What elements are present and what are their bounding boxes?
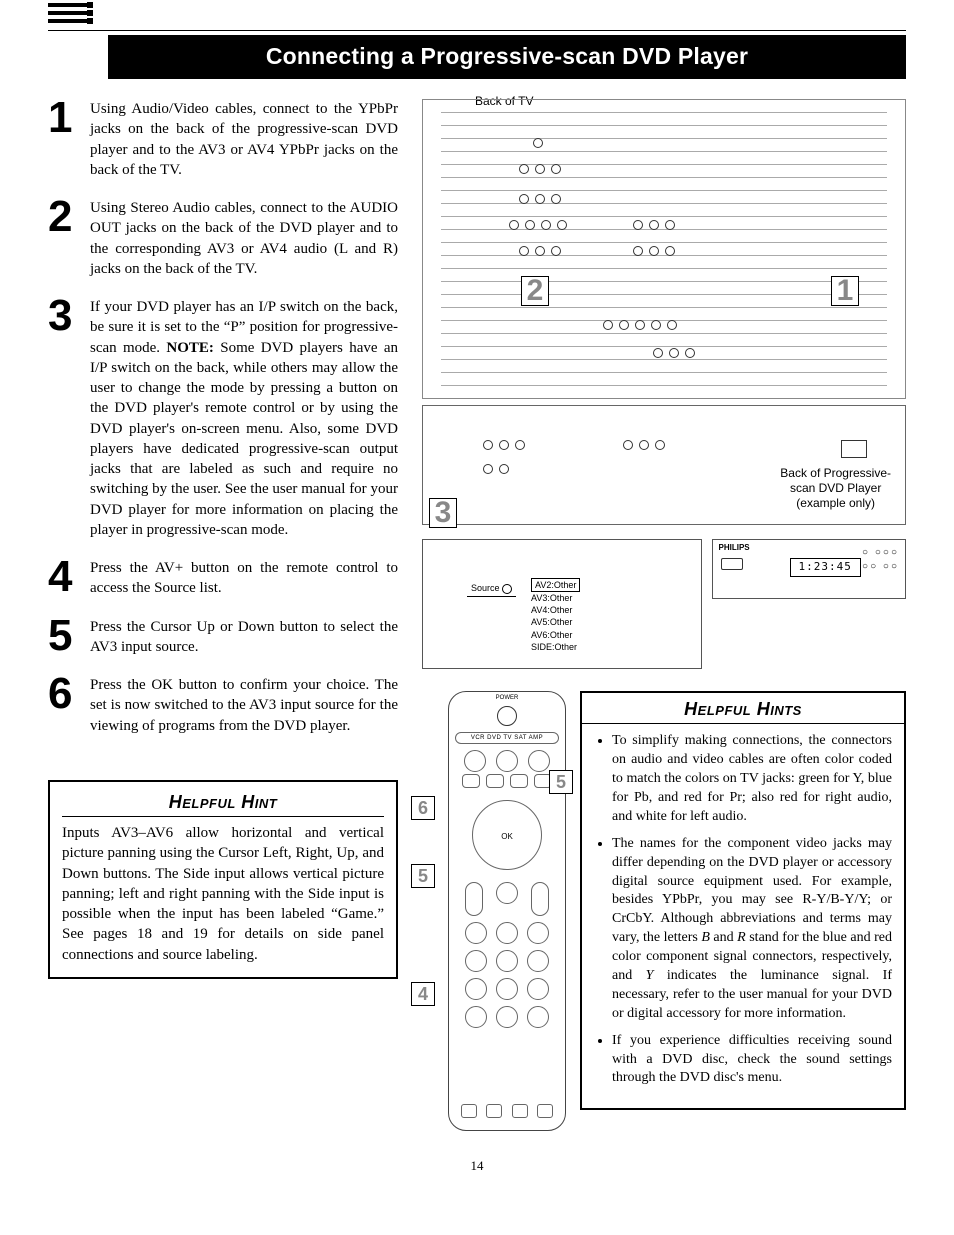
step-text: Press the OK button to confirm your choi… bbox=[90, 675, 398, 736]
top-rule bbox=[48, 30, 906, 31]
player-label-l2: scan DVD Player bbox=[790, 481, 881, 495]
remote-button-icon bbox=[510, 774, 528, 788]
remote-rocker-icon bbox=[531, 882, 549, 916]
mode-row: VCR DVD TV SAT AMP bbox=[455, 732, 559, 744]
remote-rocker-icon bbox=[465, 882, 483, 916]
remote-button-icon bbox=[464, 750, 486, 772]
digit-button-icon bbox=[496, 950, 518, 972]
note-text: Some DVD players have an I/P switch on t… bbox=[90, 340, 398, 538]
step-2: 2 Using Stereo Audio cables, connect to … bbox=[48, 198, 398, 279]
step-text: Press the AV+ button on the remote contr… bbox=[90, 558, 398, 599]
step-1: 1 Using Audio/Video cables, connect to t… bbox=[48, 99, 398, 180]
callout-5: 5 bbox=[411, 864, 435, 888]
osd-item: AV3:Other bbox=[531, 593, 572, 603]
step-number: 6 bbox=[48, 675, 90, 736]
callout-1: 1 bbox=[831, 276, 859, 306]
step-number: 5 bbox=[48, 617, 90, 658]
step-text: Using Audio/Video cables, connect to the… bbox=[90, 99, 398, 180]
remote-button-icon bbox=[528, 750, 550, 772]
osd-item: AV5:Other bbox=[531, 617, 572, 627]
remote-button-icon bbox=[496, 882, 518, 904]
dvd-front-diagram: PHILIPS 1:23:45 ○ ○○○○○ ○○ bbox=[712, 539, 907, 599]
digit-button-icon bbox=[527, 950, 549, 972]
transport-row-icon bbox=[461, 1104, 553, 1118]
osd-source-label: Source bbox=[467, 582, 516, 597]
digit-button-icon bbox=[465, 922, 487, 944]
osd-item: AV4:Other bbox=[531, 605, 572, 615]
step-text: Press the Cursor Up or Down button to se… bbox=[90, 617, 398, 658]
left-column: 1 Using Audio/Video cables, connect to t… bbox=[48, 99, 398, 1131]
helpful-hint-box: Helpful Hint Inputs AV3–AV6 allow horizo… bbox=[48, 780, 398, 979]
power-button-icon bbox=[497, 706, 517, 726]
digit-button-icon bbox=[496, 1006, 518, 1028]
step-number: 2 bbox=[48, 198, 90, 279]
page-number: 14 bbox=[48, 1157, 906, 1175]
step-4: 4 Press the AV+ button on the remote con… bbox=[48, 558, 398, 599]
callout-4: 4 bbox=[411, 982, 435, 1006]
remote-button-icon bbox=[486, 774, 504, 788]
osd-input-list: AV2:Other AV3:Other AV4:Other AV5:Other … bbox=[531, 578, 580, 653]
hint-item: If you experience difficulties receiving… bbox=[612, 1032, 892, 1089]
number-pad bbox=[463, 922, 551, 1028]
osd-item: AV2:Other bbox=[531, 578, 580, 592]
note-label: NOTE: bbox=[166, 340, 214, 356]
brand-label: PHILIPS bbox=[719, 543, 750, 554]
digit-button-icon bbox=[527, 978, 549, 1000]
ok-label: OK bbox=[501, 832, 513, 843]
remote-button-icon bbox=[496, 750, 518, 772]
hint-item-text: The names for the component video jacks … bbox=[612, 836, 892, 1021]
hint-title: Helpful Hint bbox=[62, 790, 384, 817]
step-3: 3 If your DVD player has an I/P switch o… bbox=[48, 297, 398, 540]
dvd-back-diagram: Back of Progressive- scan DVD Player (ex… bbox=[422, 405, 906, 525]
hints-title: Helpful Hints bbox=[582, 691, 904, 724]
digit-button-icon bbox=[465, 978, 487, 1000]
remote-diagram: POWER VCR DVD TV SAT AMP OK bbox=[448, 691, 566, 1131]
step-number: 1 bbox=[48, 99, 90, 180]
player-label-l1: Back of Progressive- bbox=[780, 466, 891, 480]
digit-button-icon bbox=[527, 1006, 549, 1028]
digit-button-icon bbox=[496, 978, 518, 1000]
callout-5: 5 bbox=[549, 770, 573, 794]
osd-source-menu: Source AV2:Other AV3:Other AV4:Other AV5… bbox=[422, 539, 702, 669]
remote-button-icon bbox=[462, 774, 480, 788]
step-number: 4 bbox=[48, 558, 90, 599]
digit-button-icon bbox=[496, 922, 518, 944]
digit-button-icon bbox=[527, 922, 549, 944]
hint-body: Inputs AV3–AV6 allow horizontal and vert… bbox=[62, 823, 384, 965]
osd-item: SIDE:Other bbox=[531, 642, 577, 652]
step-number: 3 bbox=[48, 297, 90, 540]
callout-2: 2 bbox=[521, 276, 549, 306]
source-word: Source bbox=[471, 583, 500, 593]
time-display: 1:23:45 bbox=[790, 558, 861, 577]
power-label: POWER bbox=[449, 694, 565, 702]
step-text: If your DVD player has an I/P switch on … bbox=[90, 297, 398, 540]
step-5: 5 Press the Cursor Up or Down button to … bbox=[48, 617, 398, 658]
page-title: Connecting a Progressive-scan DVD Player bbox=[108, 35, 906, 79]
step-6: 6 Press the OK button to confirm your ch… bbox=[48, 675, 398, 736]
back-of-player-label: Back of Progressive- scan DVD Player (ex… bbox=[778, 464, 893, 513]
hint-item: To simplify making connections, the conn… bbox=[612, 732, 892, 826]
callout-3: 3 bbox=[429, 498, 457, 528]
connector-icon bbox=[48, 0, 88, 27]
right-column: Back of TV 1 2 Back of Pro bbox=[422, 99, 906, 1131]
callout-6: 6 bbox=[411, 796, 435, 820]
hint-item: The names for the component video jacks … bbox=[612, 835, 892, 1024]
helpful-hints-box: Helpful Hints To simplify making connect… bbox=[580, 691, 906, 1110]
digit-button-icon bbox=[465, 1006, 487, 1028]
step-text: Using Stereo Audio cables, connect to th… bbox=[90, 198, 398, 279]
tv-back-diagram: 1 2 bbox=[422, 99, 906, 399]
osd-item: AV6:Other bbox=[531, 630, 572, 640]
digit-button-icon bbox=[465, 950, 487, 972]
player-label-l3: (example only) bbox=[796, 496, 875, 510]
front-buttons-icon: ○ ○○○○○ ○○ bbox=[862, 546, 899, 573]
